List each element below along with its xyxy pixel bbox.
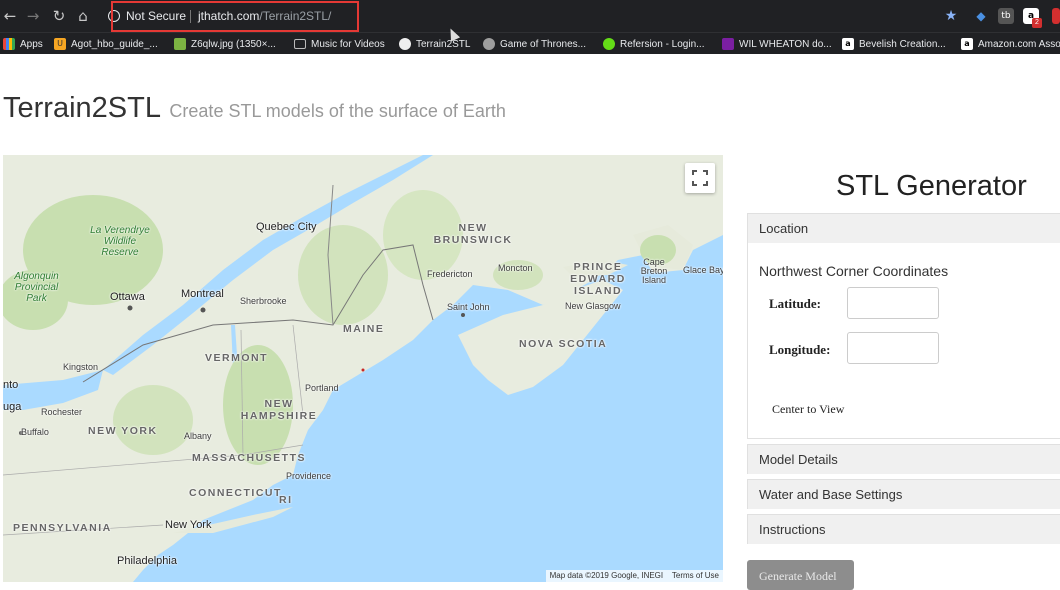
longitude-input[interactable] (847, 332, 939, 364)
map-label-montreal: Montreal (181, 288, 224, 300)
map-label-pei: PRINCE EDWARD ISLAND (570, 261, 626, 297)
map-label-rhode-island: RI (279, 494, 293, 506)
back-arrow-icon[interactable]: ← (1, 7, 19, 25)
bookmarks-bar: Apps U Agot_hbo_guide_... Z6qlw.jpg (135… (0, 32, 1060, 54)
map-label-fredericton: Fredericton (427, 269, 473, 279)
bookmark-favicon-icon: U (54, 38, 66, 50)
fullscreen-icon (692, 170, 708, 186)
bookmark-game-of-thrones[interactable]: Game of Thrones... (483, 36, 586, 52)
map-label-niagara: uga (3, 401, 22, 413)
extension-badge: 2 (1032, 18, 1042, 28)
map-attribution: Map data ©2019 Google, INEGI Terms of Us… (545, 570, 723, 582)
instructions-section-header[interactable]: Instructions (747, 514, 1060, 544)
stl-generator-heading: STL Generator (836, 170, 1027, 202)
map-label-albany: Albany (184, 431, 212, 441)
bookmark-music-folder[interactable]: Music for Videos (294, 36, 385, 52)
bookmark-apps[interactable]: Apps (3, 36, 43, 52)
map-label-connecticut: CONNECTICUT (189, 487, 282, 499)
url-highlight-box (111, 1, 359, 32)
pixel-favicon-icon (722, 38, 734, 50)
site-name: Terrain2STL (3, 92, 161, 124)
map-label-philadelphia: Philadelphia (117, 555, 177, 567)
map-label-maine: MAINE (343, 323, 385, 335)
bookmark-terrain2stl[interactable]: Terrain2STL (399, 36, 470, 52)
bookmark-agot[interactable]: U Agot_hbo_guide_... (54, 36, 158, 52)
map-label-buffalo: Buffalo (21, 427, 49, 437)
bookmark-bevelish[interactable]: a Bevelish Creation... (842, 36, 946, 52)
latitude-input[interactable] (847, 287, 939, 319)
map-label-quebec-city: Quebec City (256, 221, 317, 233)
amazon-favicon-icon: a (842, 38, 854, 50)
map-label-new-hampshire: NEW HAMPSHIRE (240, 398, 318, 422)
map-label-cape-breton: Cape Breton Island (640, 257, 668, 285)
profile-avatar-icon[interactable] (1052, 8, 1060, 24)
map-terrain-graphic (3, 155, 723, 582)
map-label-saint-john: Saint John (447, 302, 490, 312)
map-label-nova-scotia: NOVA SCOTIA (519, 338, 608, 350)
map-label-sherbrooke: Sherbrooke (240, 296, 287, 306)
globe-favicon-icon (399, 38, 411, 50)
bookmark-z6qlw[interactable]: Z6qlw.jpg (1350×... (174, 36, 276, 52)
map-label-new-glasgow: New Glasgow (565, 301, 621, 311)
map-label-glace-bay: Glace Bay (683, 265, 723, 275)
map-label-pennsylvania: PENNSYLVANIA (13, 522, 112, 534)
fullscreen-button[interactable] (685, 163, 715, 193)
map-label-portland: Portland (305, 383, 339, 393)
location-section-body: Northwest Corner Coordinates Latitude: L… (747, 243, 1060, 439)
page-title: Terrain2STL Create STL models of the sur… (3, 92, 506, 125)
terrain-map[interactable]: Quebec City NEW BRUNSWICK La Verendrye W… (3, 155, 723, 582)
latitude-label: Latitude: (769, 296, 821, 311)
longitude-label: Longitude: (769, 342, 831, 357)
leaf-favicon-icon (603, 38, 615, 50)
bookmark-amazon-associates[interactable]: a Amazon.com Asso (961, 36, 1060, 52)
map-label-la-verendrye: La Verendrye Wildlife Reserve (90, 225, 150, 258)
globe-favicon-icon (483, 38, 495, 50)
map-label-new-brunswick: NEW BRUNSWICK (433, 222, 513, 246)
center-to-view-button[interactable]: Center to View (772, 402, 844, 417)
water-base-section-header[interactable]: Water and Base Settings (747, 479, 1060, 509)
map-label-vermont: VERMONT (205, 352, 268, 364)
bookmark-refersion[interactable]: Refersion - Login... (603, 36, 705, 52)
terms-of-use-link[interactable]: Terms of Use (672, 571, 719, 580)
folder-icon (294, 39, 306, 49)
forward-arrow-icon[interactable]: → (24, 7, 42, 25)
location-section-header[interactable]: Location (747, 213, 1060, 243)
map-label-moncton: Moncton (498, 263, 533, 273)
generate-model-button[interactable]: Generate Model (747, 560, 854, 590)
model-details-section-header[interactable]: Model Details (747, 444, 1060, 474)
map-label-massachusetts: MASSACHUSETTS (192, 452, 307, 464)
coordinates-title: Northwest Corner Coordinates (759, 263, 949, 279)
dropbox-extension-icon[interactable]: ◆ (973, 8, 989, 24)
map-label-rochester: Rochester (41, 407, 83, 417)
amazon-favicon-icon: a (961, 38, 973, 50)
site-tagline: Create STL models of the surface of Eart… (169, 101, 506, 121)
map-label-algonquin: Algonquin Provincial Park (14, 271, 59, 304)
map-label-toronto: nto (3, 379, 19, 391)
tb-extension-icon[interactable]: tb (998, 8, 1014, 24)
map-label-kingston: Kingston (63, 362, 99, 372)
bookmark-wil-wheaton[interactable]: WIL WHEATON do... (722, 36, 832, 52)
reload-icon[interactable]: ↻ (50, 7, 68, 25)
map-data-credit: Map data ©2019 Google, INEGI (549, 571, 664, 580)
home-icon[interactable]: ⌂ (74, 7, 92, 25)
map-label-ottawa: Ottawa (110, 291, 145, 303)
map-label-new-york-city: New York (165, 519, 212, 531)
map-label-providence: Providence (286, 471, 332, 481)
apps-grid-icon (3, 38, 15, 50)
bookmark-star-icon[interactable]: ★ (943, 8, 959, 24)
map-label-new-york-state: NEW YORK (88, 425, 158, 437)
image-favicon-icon (174, 38, 186, 50)
